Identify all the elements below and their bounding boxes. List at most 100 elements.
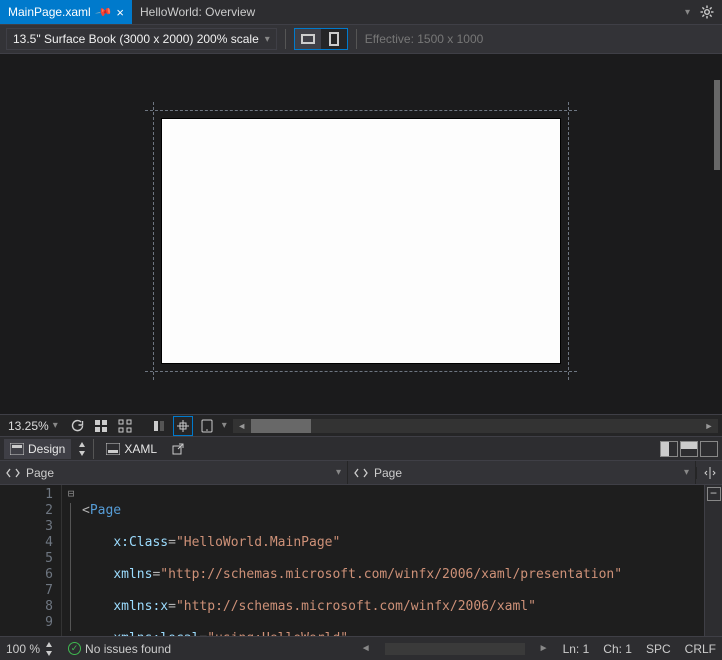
member-nav-right[interactable]: Page ▾ <box>348 461 696 484</box>
xaml-pane-button[interactable]: XAML <box>100 439 163 459</box>
tab-overview[interactable]: HelloWorld: Overview <box>132 0 263 24</box>
design-label: Design <box>28 442 65 456</box>
document-tabs: MainPage.xaml 📌 × HelloWorld: Overview ▾ <box>0 0 722 24</box>
chevron-down-icon[interactable]: ▾ <box>222 420 227 431</box>
ok-icon: ✓ <box>68 642 81 655</box>
scrollbar-thumb[interactable] <box>251 419 311 433</box>
editor-overview-ruler[interactable]: − <box>704 485 722 636</box>
pin-icon[interactable]: 📌 <box>94 3 113 22</box>
split-toggle-icon[interactable] <box>696 467 722 479</box>
page-selector-row: Page ▾ Page ▾ <box>0 460 722 484</box>
divider <box>93 439 94 459</box>
design-pane-button[interactable]: Design <box>4 439 71 459</box>
line-number: 3 <box>0 519 53 535</box>
divider <box>356 29 357 49</box>
landscape-button[interactable] <box>295 29 321 49</box>
device-frame-icon[interactable] <box>198 417 216 435</box>
effective-resolution: Effective: 1500 x 1000 <box>365 32 484 46</box>
xaml-editor: 1 2 3 4 5 6 7 8 9 ⊟ <Page x:Class="Hello… <box>0 484 722 636</box>
tab-label: HelloWorld: Overview <box>140 5 255 19</box>
guide-right <box>568 102 569 380</box>
line-number: 6 <box>0 567 53 583</box>
guide-bottom <box>145 371 577 372</box>
line-number: 2 <box>0 503 53 519</box>
visual-studio-xaml-designer: MainPage.xaml 📌 × HelloWorld: Overview ▾… <box>0 0 722 660</box>
line-number: 1 <box>0 487 53 503</box>
portrait-button[interactable] <box>321 29 347 49</box>
design-canvas[interactable] <box>161 118 561 364</box>
design-icon <box>10 443 24 455</box>
chevron-down-icon: ▾ <box>53 420 58 431</box>
designer-vscroll[interactable] <box>714 80 720 414</box>
code-token: xmlns:local <box>113 631 199 636</box>
designer-hscroll[interactable]: ◄ ► <box>233 419 718 433</box>
scroll-right-icon[interactable]: ► <box>700 419 718 433</box>
landscape-icon <box>301 34 315 44</box>
code-area[interactable]: <Page x:Class="HelloWorld.MainPage" xmln… <box>80 485 704 636</box>
code-token: "HelloWorld.MainPage" <box>176 535 340 550</box>
code-token: xmlns <box>113 567 152 582</box>
chevron-down-icon: ▾ <box>336 467 341 478</box>
xaml-icon <box>106 443 120 455</box>
type-label: Page <box>26 466 54 480</box>
single-pane-button[interactable] <box>700 441 718 457</box>
grid-icon[interactable] <box>92 417 110 435</box>
element-icon <box>354 467 368 479</box>
line-number: 7 <box>0 583 53 599</box>
scrollbar-thumb[interactable] <box>714 80 720 170</box>
gear-icon[interactable] <box>700 5 714 19</box>
status-crlf[interactable]: CRLF <box>685 642 716 656</box>
swap-panes-icon[interactable] <box>77 442 87 456</box>
device-label: 13.5" Surface Book (3000 x 2000) 200% sc… <box>13 32 259 46</box>
split-vertical-button[interactable] <box>660 441 678 457</box>
snap-icon[interactable] <box>150 417 168 435</box>
grid-dots-icon[interactable] <box>116 417 134 435</box>
close-icon[interactable]: × <box>116 6 124 19</box>
code-token: "using:HelloWorld" <box>207 631 348 636</box>
status-bar: 100 % ✓ No issues found ◄ ► Ln: 1 Ch: 1 … <box>0 636 722 660</box>
guide-top <box>145 110 577 111</box>
zoom-stepper-icon[interactable] <box>44 642 54 656</box>
chevron-down-icon: ▾ <box>265 34 270 45</box>
tab-label: MainPage.xaml <box>8 5 91 19</box>
popout-icon[interactable] <box>169 440 187 458</box>
tab-overflow-icon[interactable]: ▾ <box>685 7 690 18</box>
tab-mainpage[interactable]: MainPage.xaml 📌 × <box>0 0 132 24</box>
status-hscroll[interactable] <box>385 643 525 655</box>
scrollbar-track[interactable] <box>251 419 700 433</box>
code-token: "http://schemas.microsoft.com/winfx/2006… <box>176 599 536 614</box>
outline-column[interactable]: ⊟ <box>62 485 80 636</box>
designer-tool-row: 13.25% ▾ ▾ ◄ ► <box>0 414 722 436</box>
line-numbers: 1 2 3 4 5 6 7 8 9 <box>0 485 62 636</box>
scroll-left-icon[interactable]: ◄ <box>233 419 251 433</box>
scroll-right-icon[interactable]: ► <box>539 643 549 654</box>
collapse-icon[interactable]: ⊟ <box>62 487 80 503</box>
snap-lines-icon[interactable] <box>174 417 192 435</box>
guide-left <box>153 102 154 380</box>
zoom-combo[interactable]: 13.25% ▾ <box>4 418 62 434</box>
element-icon <box>6 467 20 479</box>
status-col[interactable]: Ch: 1 <box>603 642 632 656</box>
split-horizontal-button[interactable] <box>680 441 698 457</box>
line-number: 5 <box>0 551 53 567</box>
type-nav-left[interactable]: Page ▾ <box>0 461 348 484</box>
zoom-value: 13.25% <box>8 419 49 433</box>
code-token: x:Class <box>113 535 168 550</box>
status-issues[interactable]: ✓ No issues found <box>68 642 171 656</box>
member-label: Page <box>374 466 402 480</box>
designer-surface[interactable] <box>0 54 722 414</box>
refresh-icon[interactable] <box>68 417 86 435</box>
line-number: 9 <box>0 615 53 631</box>
scroll-left-icon[interactable]: ◄ <box>361 643 371 654</box>
code-token: Page <box>90 503 121 518</box>
pane-layout-buttons <box>660 441 718 457</box>
code-token: xmlns:x <box>113 599 168 614</box>
pane-header: Design XAML <box>0 436 722 460</box>
device-toolbar: 13.5" Surface Book (3000 x 2000) 200% sc… <box>0 24 722 54</box>
code-token: "http://schemas.microsoft.com/winfx/2006… <box>160 567 622 582</box>
collapse-region-icon[interactable]: − <box>707 487 721 501</box>
status-spc[interactable]: SPC <box>646 642 671 656</box>
status-line[interactable]: Ln: 1 <box>563 642 590 656</box>
status-zoom[interactable]: 100 % <box>6 642 54 656</box>
device-select[interactable]: 13.5" Surface Book (3000 x 2000) 200% sc… <box>6 28 277 50</box>
